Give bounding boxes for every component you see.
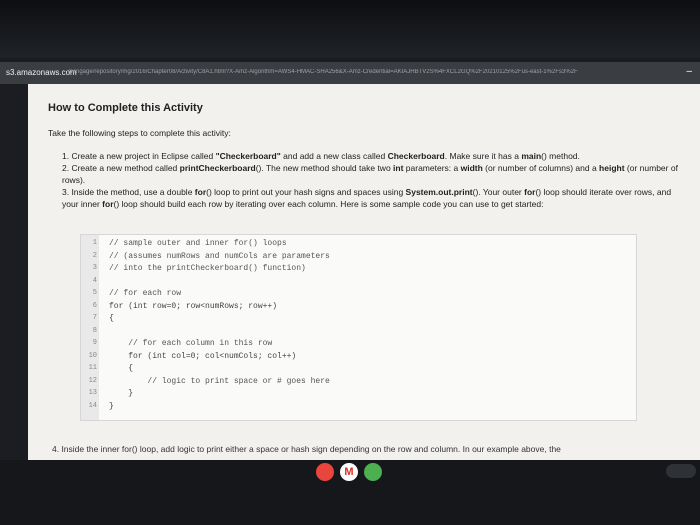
intro-text: Take the following steps to complete thi…: [48, 128, 231, 138]
status-tray[interactable]: [666, 464, 696, 478]
page-title: How to Complete this Activity: [48, 102, 203, 114]
code-text: {: [109, 364, 134, 373]
code-text: // (assumes numRows and numCols are para…: [109, 251, 330, 261]
line-number: 12: [88, 376, 97, 385]
line-number: 3: [92, 264, 97, 272]
code-text: // for each row: [109, 289, 182, 298]
code-text: // for each column in this row: [109, 339, 273, 348]
code-text: // into the printCheckerboard() function…: [109, 264, 306, 273]
step-3: 3. Inside the method, use a double for()…: [62, 187, 672, 209]
code-line: 12 // logic to print space or # goes her…: [81, 377, 636, 389]
gmail-icon[interactable]: M: [340, 463, 358, 481]
code-text: }: [109, 389, 134, 398]
line-number: 14: [88, 401, 97, 410]
code-line: 13 }: [81, 389, 636, 401]
code-line: 9 // for each column in this row: [81, 339, 636, 351]
code-sample: 1 // sample outer and inner for() loops 2 /…: [80, 234, 637, 421]
url-host: s3.amazonaws.com: [6, 68, 77, 77]
step-2: 2. Create a new method called printCheck…: [62, 163, 678, 185]
code-line: 14}: [81, 402, 636, 414]
steps-list: 1. Create a new project in Eclipse calle…: [48, 150, 688, 210]
code-text: // logic to print space or # goes here: [109, 376, 330, 386]
line-number: 6: [92, 301, 97, 310]
step-4-text: 4. Inside the inner for() loop, add logi…: [52, 444, 561, 454]
step-1: 1. Create a new project in Eclipse calle…: [62, 151, 580, 161]
device-bezel: [0, 0, 700, 58]
code-line: 8: [81, 327, 636, 339]
code-line: 6 for (int row=0; row<numRows; row++): [81, 302, 636, 314]
code-line: 11 {: [81, 364, 636, 376]
line-number: 2: [92, 251, 97, 260]
address-bar[interactable]: s3.amazonaws.com /cengage/repository/mg/…: [0, 62, 700, 84]
code-text: }: [109, 401, 114, 411]
line-number: 8: [92, 326, 97, 335]
code-text: for (int col=0; col<numCols; col++): [109, 351, 297, 361]
line-number: 10: [88, 351, 97, 360]
minimize-button[interactable]: –: [686, 66, 692, 77]
line-number: 1: [92, 239, 97, 247]
code-line: 2 // (assumes numRows and numCols are par…: [81, 252, 636, 264]
code-line: 5 // for each row: [81, 289, 636, 301]
code-line: 10 for (int col=0; col<numCols; col++): [81, 352, 636, 364]
code-text: for (int row=0; row<numRows; row++): [109, 301, 278, 311]
code-line: 1 // sample outer and inner for() loops: [81, 239, 636, 251]
code-line: 3 // into the printCheckerboard() functio…: [81, 264, 636, 276]
code-line: 4: [81, 277, 636, 289]
line-number: 11: [88, 364, 97, 372]
play-icon[interactable]: [364, 463, 382, 481]
code-line: 7{: [81, 314, 636, 326]
url-path: /cengage/repository/mg/2016/Chapter08/Ac…: [68, 69, 578, 75]
code-text: {: [109, 314, 114, 323]
line-number: 7: [92, 314, 97, 322]
chrome-icon[interactable]: [316, 463, 334, 481]
activity-content: How to Complete this Activity Take the f…: [48, 102, 688, 210]
code-text: // sample outer and inner for() loops: [109, 239, 287, 248]
line-number: 5: [92, 289, 97, 297]
page-viewport[interactable]: How to Complete this Activity Take the f…: [28, 84, 700, 460]
line-number: 13: [88, 389, 97, 397]
line-number: 4: [92, 276, 97, 285]
line-number: 9: [92, 339, 97, 347]
